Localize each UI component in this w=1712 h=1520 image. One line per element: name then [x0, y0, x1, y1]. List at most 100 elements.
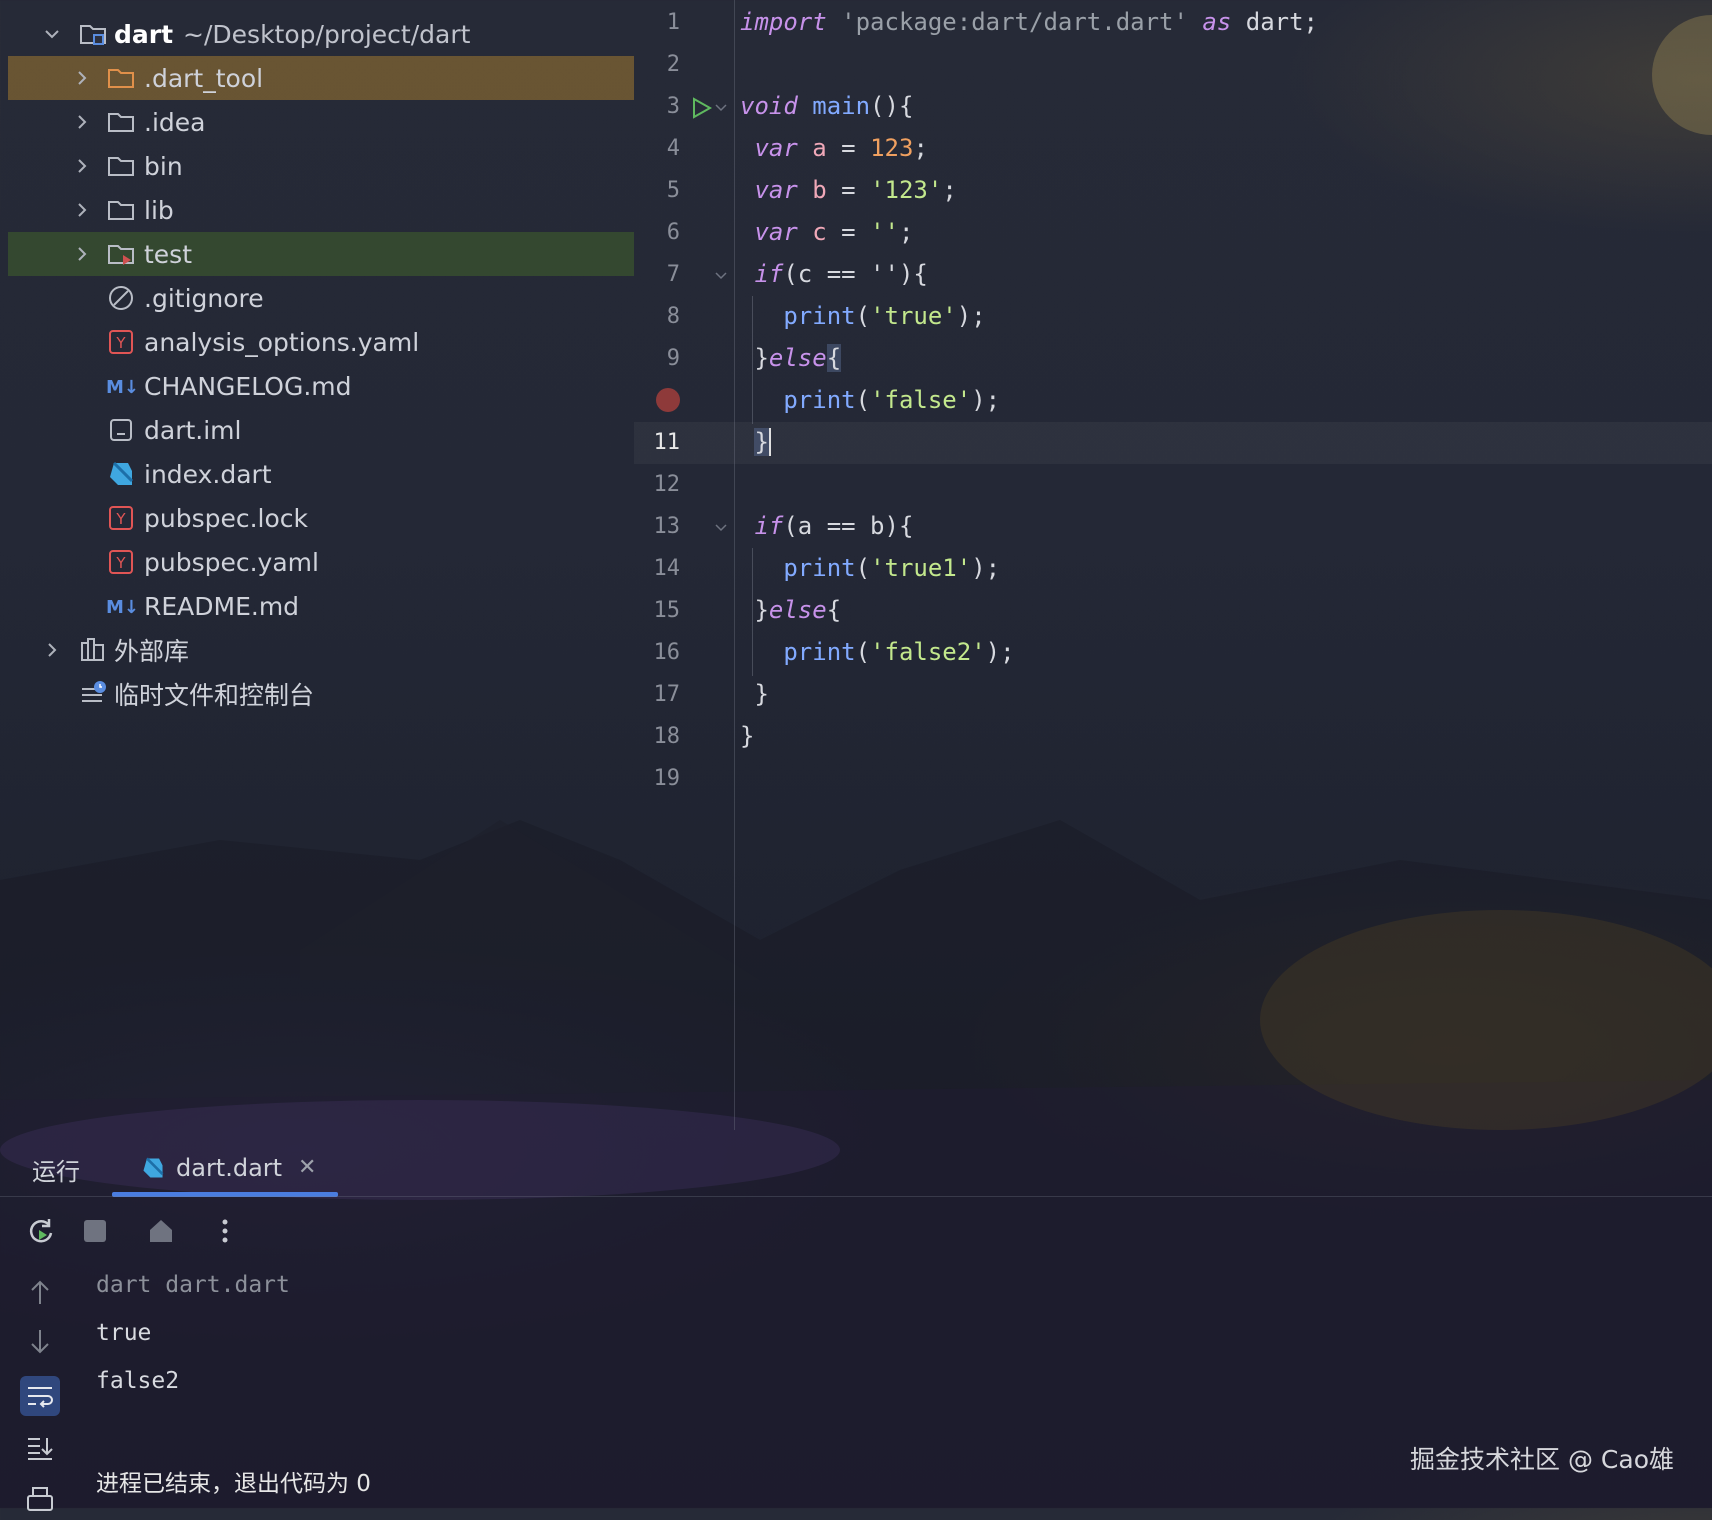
code-line-8: print('true'); — [740, 302, 985, 330]
code-line-18: } — [740, 722, 754, 750]
token-keyword: if — [754, 512, 784, 540]
scroll-to-end-icon — [28, 1438, 53, 1460]
more-vertical-icon — [222, 1219, 228, 1243]
tree-item-idea[interactable]: .idea — [8, 100, 634, 144]
folder-icon — [108, 69, 134, 88]
tree-item-external-libraries[interactable]: 外部库 — [8, 628, 634, 672]
code-line-6: var c = ''; — [740, 218, 913, 246]
token-identifier: c — [812, 218, 827, 246]
token-text: (a == b){ — [783, 512, 914, 540]
folder-icon — [108, 201, 134, 220]
token-text: { — [826, 344, 842, 372]
tree-item-dart-tool[interactable]: .dart_tool — [8, 56, 634, 100]
chevron-right-icon[interactable] — [72, 68, 92, 88]
tree-item-pubspec-lock[interactable]: Y pubspec.lock — [8, 496, 634, 540]
soft-wrap-button[interactable] — [20, 1376, 60, 1416]
chevron-down-icon[interactable] — [42, 24, 62, 44]
token-identifier: b — [812, 176, 827, 204]
tree-item-bin[interactable]: bin — [8, 144, 634, 188]
scratches-icon — [82, 681, 106, 702]
token-function: print — [783, 638, 856, 666]
tree-item-label: pubspec.lock — [144, 503, 309, 533]
code-line-5: var b = '123'; — [740, 176, 956, 204]
rerun-button[interactable] — [24, 1214, 58, 1248]
token-keyword: var — [754, 218, 798, 246]
line-number: 1 — [666, 10, 680, 35]
token-keyword: else — [768, 596, 827, 624]
token-function: print — [783, 554, 856, 582]
tree-item-gitignore[interactable]: .gitignore — [8, 276, 634, 320]
tree-item-pubspec-yaml[interactable]: Y pubspec.yaml — [8, 540, 634, 584]
tree-item-lib[interactable]: lib — [8, 188, 634, 232]
console-line: false2 — [96, 1368, 180, 1394]
tree-item-dart-iml[interactable]: dart.iml — [8, 408, 634, 452]
editor-gutter-separator — [734, 0, 735, 1130]
tree-item-readme[interactable]: M↓ README.md — [8, 584, 634, 628]
yaml-file-icon: Y — [109, 506, 133, 530]
token-function: print — [783, 386, 856, 414]
fold-icon[interactable] — [714, 100, 728, 114]
svg-text:Y: Y — [115, 510, 126, 528]
restore-layout-button[interactable] — [144, 1214, 178, 1248]
token-keyword: else — [768, 344, 827, 372]
print-button[interactable] — [20, 1480, 60, 1520]
line-number: 16 — [653, 640, 681, 665]
token-text: ); — [971, 554, 1001, 582]
line-number: 8 — [666, 304, 680, 329]
stop-button[interactable] — [78, 1214, 112, 1248]
token-text: ( — [855, 638, 871, 666]
scroll-to-end-button[interactable] — [20, 1428, 60, 1468]
root-path: ~/Desktop/project/dart — [183, 19, 471, 49]
breakpoint-icon[interactable] — [656, 388, 680, 412]
chevron-right-icon[interactable] — [72, 156, 92, 176]
folder-icon — [108, 157, 134, 176]
token-keyword: if — [754, 260, 784, 288]
token-text: (c == ''){ — [783, 260, 928, 288]
tree-item-scratches[interactable]: 临时文件和控制台 — [8, 672, 634, 716]
line-number: 6 — [666, 220, 680, 245]
chevron-right-icon[interactable] — [72, 200, 92, 220]
run-gutter-icon[interactable] — [690, 96, 714, 120]
token-text: } — [754, 344, 769, 372]
console-line: true — [96, 1320, 152, 1346]
tree-item-label: 临时文件和控制台 — [114, 681, 315, 710]
fold-icon[interactable] — [714, 520, 728, 534]
scroll-up-button[interactable] — [20, 1272, 60, 1312]
svg-text:Y: Y — [115, 334, 126, 352]
yaml-file-icon: Y — [109, 330, 133, 354]
editor-gutter: 1 2 3 4 5 6 7 8 9 11 12 13 14 15 16 17 1… — [634, 0, 734, 1130]
scroll-down-button[interactable] — [20, 1322, 60, 1362]
code-line-7: if(c == ''){ — [740, 260, 928, 288]
tree-item-label: README.md — [144, 591, 300, 621]
line-number-current: 11 — [653, 430, 681, 455]
markdown-file-icon: M↓ — [106, 377, 139, 398]
fold-icon[interactable] — [714, 268, 728, 282]
token-text: ); — [985, 638, 1015, 666]
close-icon[interactable]: ✕ — [298, 1155, 316, 1180]
arrow-up-icon — [31, 1280, 49, 1304]
chevron-right-icon[interactable] — [72, 112, 92, 132]
watermark: 掘金技术社区 @ Cao雄 — [1410, 1445, 1674, 1474]
run-panel-title[interactable]: 运行 — [32, 1152, 80, 1187]
test-folder-icon — [108, 245, 134, 265]
more-options-button[interactable] — [208, 1214, 242, 1248]
code-line-15: }else{ — [740, 596, 841, 624]
token-text: dart; — [1245, 8, 1318, 36]
token-string: 'package:dart/dart.dart' — [841, 8, 1188, 36]
line-number: 14 — [653, 556, 681, 581]
token-keyword: var — [754, 134, 798, 162]
tree-item-test[interactable]: test — [8, 232, 634, 276]
token-string: 'true1' — [870, 554, 972, 582]
token-text: ; — [898, 218, 914, 246]
token-keyword: import — [740, 8, 827, 36]
tree-item-changelog[interactable]: M↓ CHANGELOG.md — [8, 364, 634, 408]
dart-file-icon — [110, 461, 134, 485]
tree-item-label: analysis_options.yaml — [144, 327, 420, 357]
panel-separator — [0, 1196, 1712, 1197]
chevron-right-icon[interactable] — [42, 640, 62, 660]
run-tab-dart[interactable]: dart.dart — [140, 1148, 282, 1188]
tree-item-analysis-options[interactable]: Y analysis_options.yaml — [8, 320, 634, 364]
tree-item-index-dart[interactable]: index.dart — [8, 452, 634, 496]
chevron-right-icon[interactable] — [72, 244, 92, 264]
tree-root-dart[interactable]: dart ~/Desktop/project/dart — [8, 12, 634, 56]
